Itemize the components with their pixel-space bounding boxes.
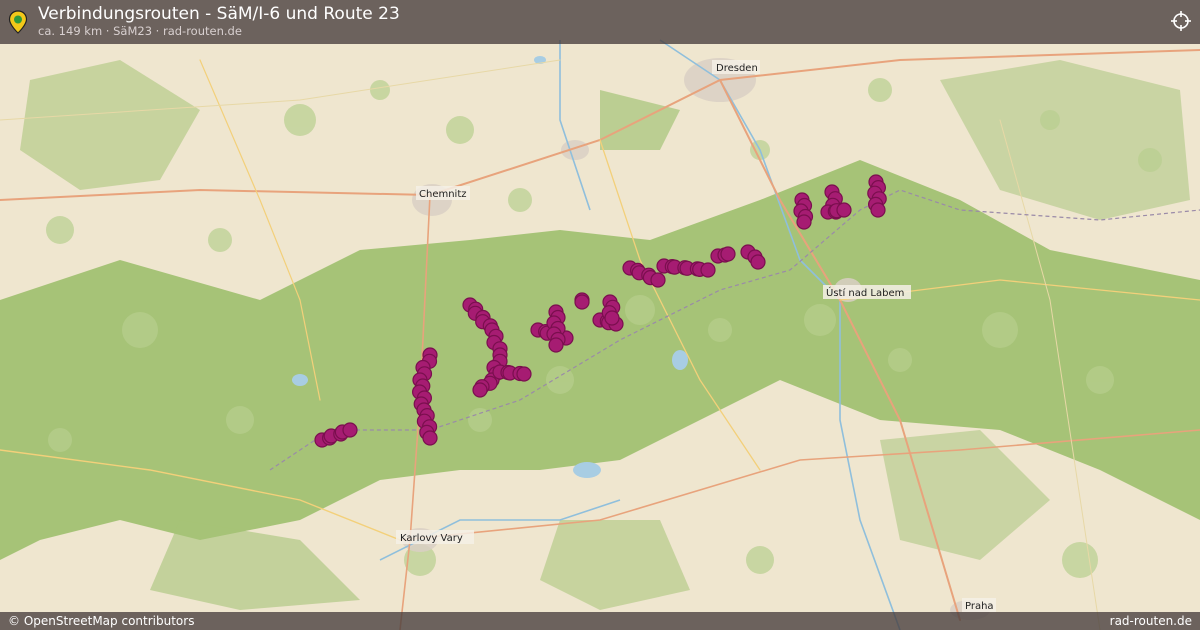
label-dresden: Dresden [716,63,758,74]
label-usti-nad-labem: Ústí nad Labem [826,286,904,299]
osm-attribution-link[interactable]: © OpenStreetMap contributors [8,614,194,628]
label-karlovy-vary: Karlovy Vary [400,533,463,544]
label-chemnitz: Chemnitz [419,189,467,200]
route-marker[interactable] [870,202,886,218]
route-subtitle: ca. 149 km · SäM23 · rad-routen.de [38,24,242,38]
route-marker[interactable] [574,294,590,310]
route-marker[interactable] [700,262,716,278]
route-marker[interactable] [548,337,564,353]
route-marker[interactable] [516,366,532,382]
route-marker[interactable] [342,422,358,438]
crosshair-icon[interactable] [1170,10,1192,32]
route-marker[interactable] [720,246,736,262]
location-pin-icon [8,10,28,34]
route-marker[interactable] [796,214,812,230]
route-marker[interactable] [836,202,852,218]
route-marker[interactable] [750,254,766,270]
header-bar: Verbindungsrouten - SäM/I-6 und Route 23… [0,0,1200,44]
route-marker[interactable] [650,272,666,288]
route-title: Verbindungsrouten - SäM/I-6 und Route 23 [38,4,400,24]
label-praha: Praha [965,601,994,612]
route-marker[interactable] [604,310,620,326]
footer-bar: © OpenStreetMap contributors rad-routen.… [0,612,1200,630]
site-link[interactable]: rad-routen.de [1110,614,1192,628]
route-marker[interactable] [422,430,438,446]
route-marker[interactable] [472,382,488,398]
map-canvas[interactable]: Dresden Chemnitz Ústí nad Labem Karlovy … [0,0,1200,630]
